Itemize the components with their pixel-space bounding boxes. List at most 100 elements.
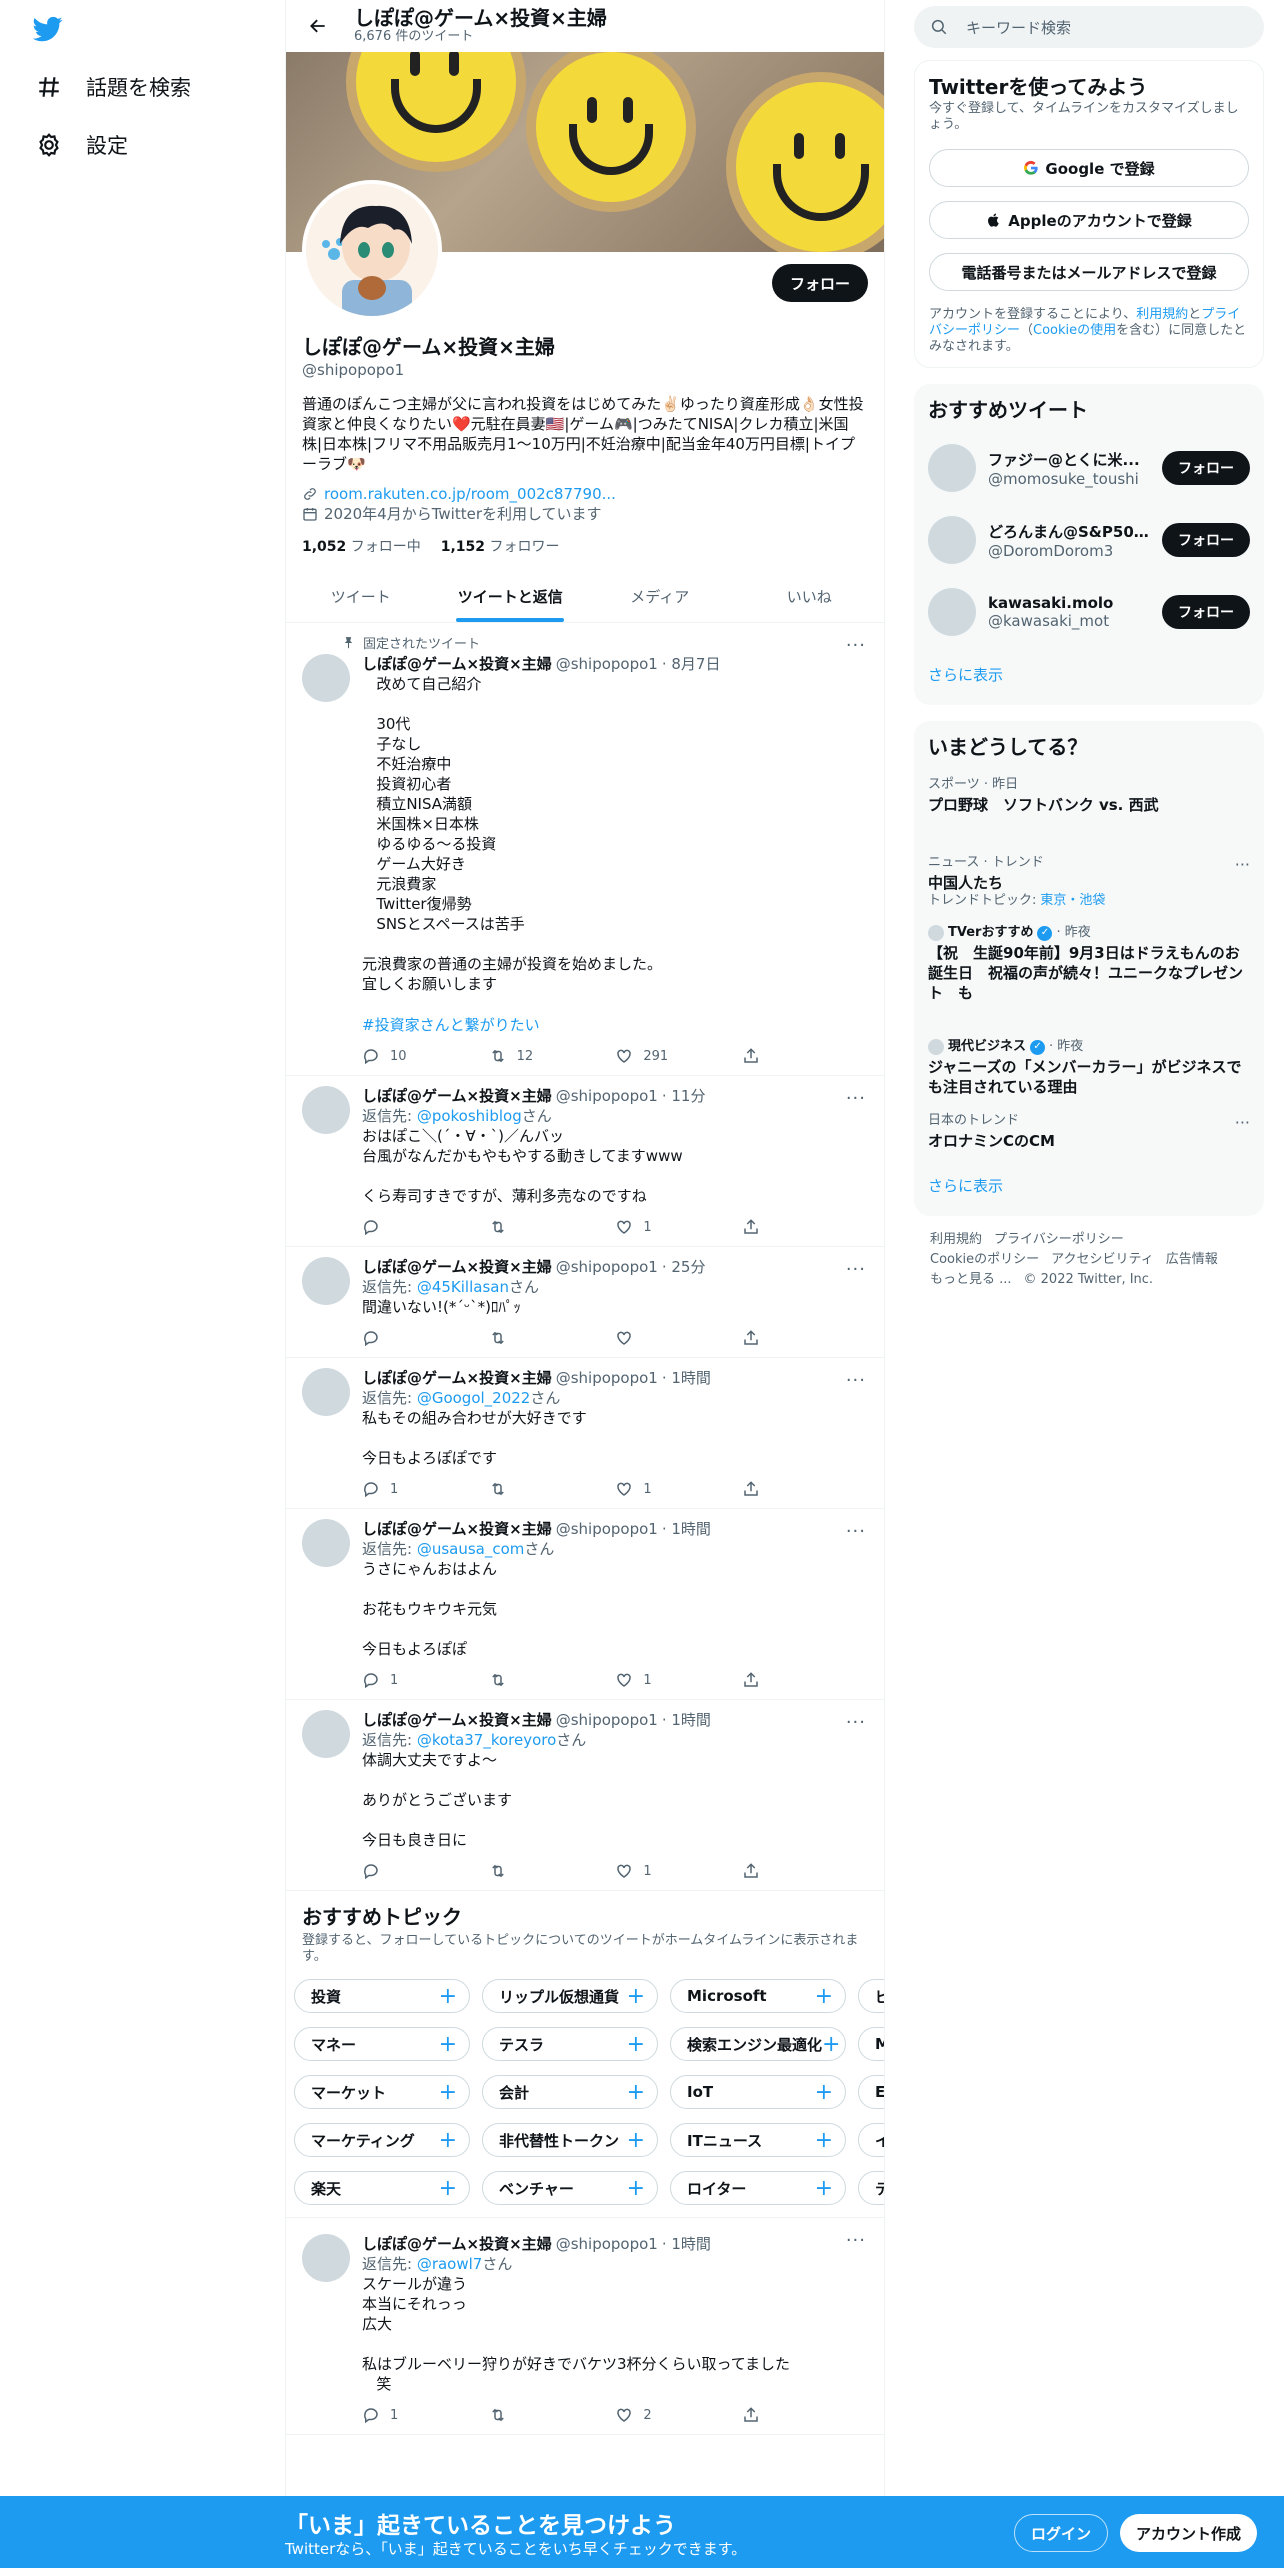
avatar[interactable] <box>928 516 976 564</box>
more-options-icon[interactable]: ··· <box>846 2230 866 2251</box>
login-button[interactable]: ログイン <box>1014 2514 1109 2552</box>
retweet-button[interactable] <box>489 1218 549 1236</box>
topic-chip[interactable]: ITニュース + <box>670 2123 846 2157</box>
footer-link[interactable]: アクセシビリティ <box>1051 1252 1154 1267</box>
share-button[interactable] <box>742 1047 802 1065</box>
topic-chip[interactable]: マーケット + <box>294 2075 470 2109</box>
tab-tweets[interactable]: ツイート <box>286 570 436 622</box>
trend-item[interactable]: TVerおすすめ ✓ · 昨夜 【祝 生誕90年前】9月3日はドラえもんのお誕生日 … <box>928 925 1250 1003</box>
back-arrow-icon[interactable] <box>300 8 336 44</box>
trend-topic-link[interactable]: 東京・池袋 <box>1040 893 1105 909</box>
tweet-item[interactable]: しぽぽ@ゲーム×投資×主婦 @shipopopo1 · 11分 返信先: @poko… <box>286 1076 884 1247</box>
follow-button[interactable]: フォロー <box>1162 451 1250 485</box>
search-input[interactable]: キーワード検索 <box>966 17 1071 38</box>
topic-chip[interactable]: ビ+ <box>858 1979 884 2013</box>
avatar[interactable] <box>302 654 350 702</box>
topic-chip[interactable]: テ+ <box>858 2171 884 2205</box>
hashtag-link[interactable]: #投資家さんと繋がりたい <box>362 1014 868 1035</box>
reply-button[interactable]: 1 <box>362 1480 422 1498</box>
share-button[interactable] <box>742 1329 802 1347</box>
footer-link[interactable]: 広告情報 <box>1166 1252 1218 1267</box>
tab-tweets-replies[interactable]: ツイートと返信 <box>436 570 586 622</box>
like-button[interactable]: 1 <box>615 1480 675 1498</box>
tweet-time[interactable]: · 1時間 <box>662 1710 711 1730</box>
reply-button[interactable]: 1 <box>362 1671 422 1689</box>
tweet-item[interactable]: しぽぽ@ゲーム×投資×主婦 @shipopopo1 · 25分 返信先: @45Ki… <box>286 1247 884 1358</box>
like-button[interactable]: 291 <box>615 1047 675 1065</box>
trend-item[interactable]: 日本のトレンド オロナミンCのCM ··· <box>928 1113 1250 1151</box>
terms-link[interactable]: 利用規約 <box>1136 307 1188 322</box>
more-options-icon[interactable]: ··· <box>1235 1113 1250 1132</box>
show-more-link[interactable]: さらに表示 <box>928 664 1250 685</box>
tweet-author-name[interactable]: しぽぽ@ゲーム×投資×主婦 <box>362 1519 552 1539</box>
reply-to-link[interactable]: @kota37_koreyoro <box>417 1731 556 1749</box>
more-options-icon[interactable]: ··· <box>846 1259 866 1280</box>
like-button[interactable]: 1 <box>615 1671 675 1689</box>
avatar[interactable] <box>302 2234 350 2282</box>
topic-chip[interactable]: ロイター + <box>670 2171 846 2205</box>
footer-link[interactable]: プライバシーポリシー <box>994 1232 1124 1247</box>
tweet-author-handle[interactable]: @shipopopo1 <box>556 1710 658 1730</box>
share-button[interactable] <box>742 2406 802 2424</box>
share-button[interactable] <box>742 1480 802 1498</box>
share-button[interactable] <box>742 1862 802 1880</box>
topic-chip[interactable]: 会計 + <box>482 2075 658 2109</box>
topic-chip[interactable]: 楽天 + <box>294 2171 470 2205</box>
nav-settings[interactable]: 設定 <box>30 120 134 170</box>
wtf-item[interactable]: ファジー@とくに米... @momosuke_toushi フォロー <box>928 440 1250 496</box>
share-button[interactable] <box>742 1218 802 1236</box>
like-button[interactable]: 2 <box>615 2406 675 2424</box>
tab-likes[interactable]: いいね <box>735 570 885 622</box>
apple-signup-button[interactable]: Appleのアカウントで登録 <box>929 201 1249 239</box>
topic-chip[interactable]: マーケティング + <box>294 2123 470 2157</box>
tweet-item[interactable]: しぽぽ@ゲーム×投資×主婦 @shipopopo1 · 1時間 返信先: @Goog… <box>286 1358 884 1509</box>
trend-item[interactable]: 現代ビジネス ✓ · 昨夜 ジャニーズの「メンバーカラー」がビジネスでも注目されてい… <box>928 1039 1250 1097</box>
reply-button[interactable] <box>362 1329 422 1347</box>
follow-button[interactable]: フォロー <box>771 264 868 302</box>
reply-button[interactable]: 1 <box>362 2406 422 2424</box>
topic-chip[interactable]: Microsoft + <box>670 1979 846 2013</box>
trend-item[interactable]: ニュース · トレンド 中国人たち トレンドトピック: 東京・池袋 ··· <box>928 855 1250 909</box>
like-button[interactable]: 1 <box>615 1862 675 1880</box>
topic-chip[interactable]: E+ <box>858 2075 884 2109</box>
show-more-link[interactable]: さらに表示 <box>928 1175 1250 1196</box>
tweet-time[interactable]: · 8月7日 <box>662 654 721 674</box>
tweet-author-name[interactable]: しぽぽ@ゲーム×投資×主婦 <box>362 1710 552 1730</box>
profile-avatar[interactable] <box>302 180 442 320</box>
avatar[interactable] <box>302 1519 350 1567</box>
retweet-button[interactable] <box>489 1480 549 1498</box>
topic-chip[interactable]: M+ <box>858 2027 884 2061</box>
avatar[interactable] <box>302 1710 350 1758</box>
tweet-author-name[interactable]: しぽぽ@ゲーム×投資×主婦 <box>362 1086 552 1106</box>
topic-chip[interactable]: 投資 + <box>294 1979 470 2013</box>
reply-to-link[interactable]: @45Killasan <box>417 1278 509 1296</box>
more-options-icon[interactable]: ··· <box>846 635 866 656</box>
avatar[interactable] <box>928 444 976 492</box>
footer-link[interactable]: Cookieのポリシー <box>930 1252 1039 1267</box>
topic-chip[interactable]: ベンチャー + <box>482 2171 658 2205</box>
reply-button[interactable] <box>362 1218 422 1236</box>
avatar[interactable] <box>928 588 976 636</box>
follow-button[interactable]: フォロー <box>1162 523 1250 557</box>
retweet-button[interactable] <box>489 1329 549 1347</box>
tweet-item[interactable]: 固定されたツイート しぽぽ@ゲーム×投資×主婦 @shipopopo1 · 8月7日… <box>286 623 884 1076</box>
phone-email-signup-button[interactable]: 電話番号またはメールアドレスで登録 <box>929 253 1249 291</box>
footer-link[interactable]: もっと見る ... <box>930 1272 1012 1287</box>
tab-media[interactable]: メディア <box>585 570 735 622</box>
topic-chip[interactable]: IoT + <box>670 2075 846 2109</box>
nav-explore[interactable]: 話題を検索 <box>30 62 197 112</box>
footer-link[interactable]: 利用規約 <box>930 1232 982 1247</box>
share-button[interactable] <box>742 1671 802 1689</box>
reply-button[interactable]: 10 <box>362 1047 422 1065</box>
like-button[interactable] <box>615 1329 675 1347</box>
more-options-icon[interactable]: ··· <box>846 1088 866 1109</box>
tweet-time[interactable]: · 1時間 <box>662 1368 711 1388</box>
tweet-author-name[interactable]: しぽぽ@ゲーム×投資×主婦 <box>362 1368 552 1388</box>
trend-item[interactable]: スポーツ · 昨日 プロ野球 ソフトバンク vs. 西武 <box>928 777 1250 815</box>
tweet-time[interactable]: · 1時間 <box>662 1519 711 1539</box>
tweet-author-handle[interactable]: @shipopopo1 <box>556 1257 658 1277</box>
signup-button[interactable]: アカウント作成 <box>1120 2514 1258 2552</box>
tweet-author-name[interactable]: しぽぽ@ゲーム×投資×主婦 <box>362 654 552 674</box>
topic-chip[interactable]: リップル仮想通貨 + <box>482 1979 658 2013</box>
wtf-item[interactable]: kawasaki.molo @kawasaki_mot フォロー <box>928 584 1250 640</box>
